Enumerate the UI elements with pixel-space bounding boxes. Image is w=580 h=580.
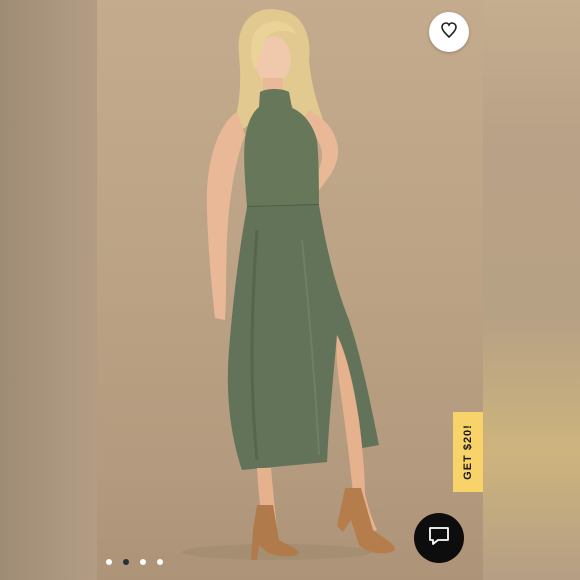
carousel-dot-2[interactable] bbox=[123, 559, 129, 565]
model-photo bbox=[182, 9, 395, 560]
heart-icon bbox=[439, 20, 459, 45]
like-button[interactable] bbox=[429, 12, 469, 52]
promo-tab[interactable]: GET $20! bbox=[453, 412, 483, 492]
promo-label: GET $20! bbox=[462, 424, 474, 480]
carousel-dot-1[interactable] bbox=[106, 559, 112, 565]
right-blur-panel bbox=[483, 0, 580, 580]
left-blur-panel bbox=[0, 0, 97, 580]
right-shoe bbox=[337, 488, 395, 554]
carousel-dot-3[interactable] bbox=[140, 559, 146, 565]
carousel-dots bbox=[106, 559, 163, 565]
chat-bubble-icon bbox=[427, 525, 451, 552]
chat-button[interactable] bbox=[414, 513, 464, 563]
carousel-dot-4[interactable] bbox=[157, 559, 163, 565]
product-photo[interactable] bbox=[97, 0, 483, 580]
